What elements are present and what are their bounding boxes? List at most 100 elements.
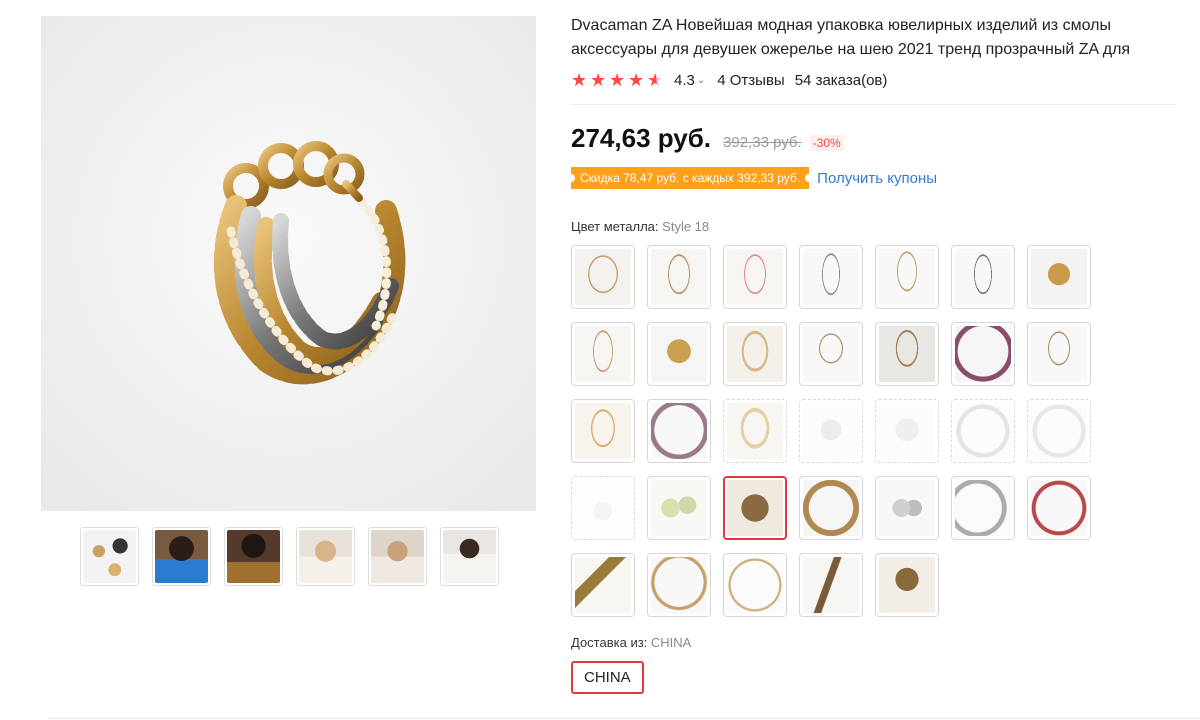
bracelet-image (41, 16, 536, 511)
shipping-option-china[interactable]: CHINA (571, 661, 644, 694)
option-image (651, 480, 707, 536)
gallery-thumbnail[interactable] (440, 527, 499, 586)
metal-color-option[interactable] (647, 322, 711, 386)
option-image (575, 480, 631, 536)
option-image (1031, 403, 1087, 459)
metal-color-option[interactable] (1027, 322, 1091, 386)
star-icon: ★ (609, 70, 626, 90)
metal-color-option[interactable] (799, 245, 863, 309)
metal-color-options (571, 245, 1176, 617)
metal-color-option[interactable] (571, 553, 635, 617)
option-image (727, 480, 783, 536)
star-icon: ★ (590, 70, 607, 90)
metal-color-option[interactable] (723, 322, 787, 386)
option-image (727, 249, 783, 305)
gallery-thumbnail[interactable] (368, 527, 427, 586)
star-icon: ★ (571, 70, 588, 90)
metal-color-option[interactable] (723, 399, 787, 463)
gallery-thumbnail[interactable] (296, 527, 355, 586)
metal-color-option[interactable] (723, 245, 787, 309)
option-image (879, 480, 935, 536)
metal-color-option[interactable] (951, 476, 1015, 540)
product-info: Dvacaman ZA Новейшая модная упаковка юве… (566, 14, 1176, 694)
metal-color-option[interactable] (875, 245, 939, 309)
star-icon: ★ (628, 70, 645, 90)
option-image (651, 557, 707, 613)
metal-color-option[interactable] (951, 399, 1015, 463)
old-price: 392,33 руб. (723, 134, 802, 151)
option-image (803, 249, 859, 305)
option-image (803, 480, 859, 536)
metal-color-option[interactable] (951, 245, 1015, 309)
metal-color-option[interactable] (1027, 476, 1091, 540)
metal-color-option[interactable] (647, 476, 711, 540)
metal-color-option[interactable] (1027, 399, 1091, 463)
thumbnail-image (443, 530, 496, 583)
orders-count: 54 заказа(ов) (794, 71, 888, 89)
metal-color-option[interactable] (647, 399, 711, 463)
option-image (879, 403, 935, 459)
option-image (879, 326, 935, 382)
thumbnail-image (155, 530, 208, 583)
metal-color-option[interactable] (875, 476, 939, 540)
option-image (1031, 249, 1087, 305)
metal-color-option[interactable] (799, 399, 863, 463)
metal-color-option[interactable] (875, 322, 939, 386)
metal-color-option[interactable] (799, 322, 863, 386)
metal-color-option[interactable] (571, 399, 635, 463)
half-star-icon: ★ (647, 70, 664, 90)
option-image (575, 249, 631, 305)
thumbnail-image (371, 530, 424, 583)
thumbnail-strip (80, 527, 499, 586)
metal-color-option[interactable] (647, 245, 711, 309)
option-image (575, 403, 631, 459)
shipping-label-text: Доставка из: (571, 635, 648, 650)
option-image (879, 557, 935, 613)
gallery-thumbnail[interactable] (152, 527, 211, 586)
option-image (955, 326, 1011, 382)
option-image (727, 557, 783, 613)
option-image (955, 249, 1011, 305)
metal-color-option[interactable] (571, 476, 635, 540)
reviews-link[interactable]: 4 Отзывы (717, 72, 784, 89)
metal-color-label-text: Цвет металла: (571, 219, 659, 234)
option-image (803, 326, 859, 382)
option-image (879, 249, 935, 305)
metal-color-option[interactable] (951, 322, 1015, 386)
metal-color-option[interactable] (875, 399, 939, 463)
metal-color-option[interactable] (571, 245, 635, 309)
product-main-image[interactable] (41, 16, 536, 511)
metal-color-option[interactable] (1027, 245, 1091, 309)
shipping-label: Доставка из: CHINA (571, 635, 1176, 653)
option-image (955, 480, 1011, 536)
metal-color-selected: Style 18 (662, 219, 710, 234)
option-image (803, 403, 859, 459)
metal-color-option[interactable] (723, 553, 787, 617)
thumbnail-image (227, 530, 280, 583)
gallery-thumbnail[interactable] (80, 527, 139, 586)
chevron-down-icon[interactable]: ⌄ (697, 75, 705, 86)
metal-color-option[interactable] (799, 553, 863, 617)
rating-value[interactable]: 4.3 (674, 72, 695, 89)
shipping-selected: CHINA (650, 635, 692, 650)
current-price: 274,63 руб. (571, 123, 712, 153)
product-title: Dvacaman ZA Новейшая модная упаковка юве… (571, 17, 1131, 58)
option-image (651, 326, 707, 382)
rating-stars[interactable]: ★ ★ ★ ★ ★ (571, 71, 664, 89)
option-image (651, 403, 707, 459)
option-image (651, 249, 707, 305)
option-image (727, 326, 783, 382)
gallery-thumbnail[interactable] (224, 527, 283, 586)
get-coupons-link[interactable]: Получить купоны (817, 170, 937, 187)
metal-color-option[interactable] (875, 553, 939, 617)
metal-color-option[interactable] (571, 322, 635, 386)
metal-color-option[interactable] (799, 476, 863, 540)
option-image (727, 403, 783, 459)
metal-color-option[interactable] (647, 553, 711, 617)
option-image (1031, 480, 1087, 536)
metal-color-label: Цвет металла: Style 18 (571, 219, 1176, 237)
divider (48, 718, 1200, 719)
metal-color-option[interactable] (723, 476, 787, 540)
option-image (1031, 326, 1087, 382)
thumbnail-image (299, 530, 352, 583)
